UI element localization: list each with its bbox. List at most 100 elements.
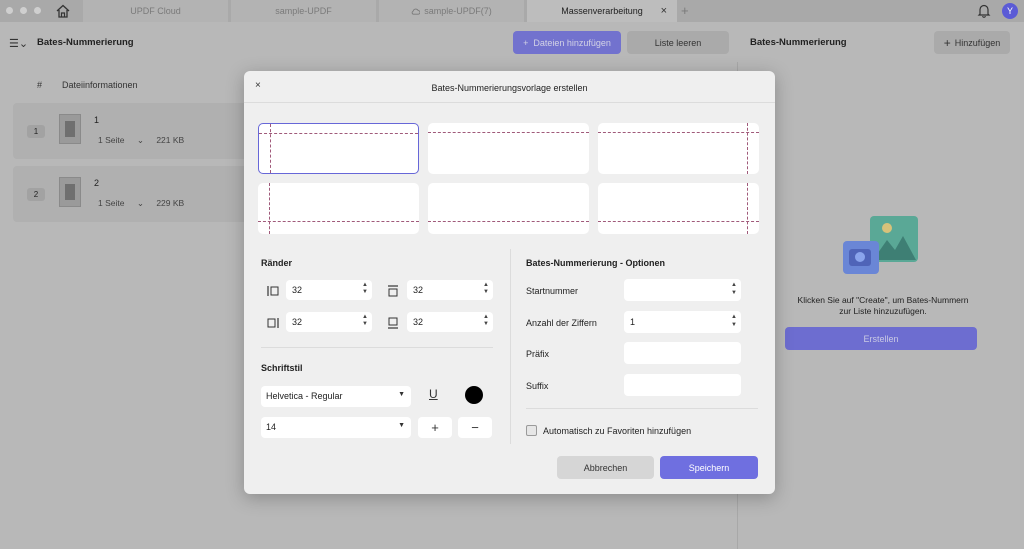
divider [261,347,493,348]
add-to-favorites-label: Automatisch zu Favoriten hinzufügen [543,426,692,436]
digit-count-input[interactable]: 1 ▲ ▼ [624,311,741,333]
home-icon[interactable] [55,3,71,19]
add-label: Hinzufügen [954,37,1001,48]
new-tab-button[interactable]: + [681,3,689,18]
page-range-select[interactable]: 1 Seite ⌄ [98,135,144,145]
start-number-label: Startnummer [526,286,579,296]
decrease-size-button[interactable]: − [458,417,492,438]
position-bottom-right[interactable] [598,183,759,234]
minimize-window-dot[interactable] [20,7,27,14]
margin-bottom-value: 32 [413,317,424,327]
suffix-input[interactable] [624,374,741,396]
text-color-swatch[interactable] [465,386,483,404]
menu-icon[interactable]: ☰⌄ [9,37,28,50]
stepper-arrows-icon[interactable]: ▲ ▼ [483,314,489,328]
tab-updf-cloud[interactable]: UPDF Cloud [83,0,228,22]
font-value: Helvetica - Regular [266,391,343,401]
tab-label: sample-UPDF [275,6,332,16]
font-style-heading: Schriftstil [261,363,303,373]
margin-left-icon [267,286,279,296]
file-row[interactable]: 1 1 1 Seite ⌄ 221 KB [13,103,263,159]
column-header-info: Dateiinformationen [62,80,138,90]
margin-right-input[interactable]: 32 ▲ ▼ [286,312,372,332]
position-top-right[interactable] [598,123,759,174]
add-files-label: Dateien hinzufügen [533,37,611,48]
image-illustration-icon [843,216,918,274]
toolbar: ☰⌄ Bates-Nummerierung + Dateien hinzufüg… [0,22,1024,62]
margin-left-value: 32 [292,285,303,295]
clear-list-button[interactable]: Liste leeren [627,31,729,54]
caret-down-icon: ▼ [398,422,405,429]
tab-sample-updf[interactable]: sample-UPDF [231,0,376,22]
column-header-number: # [37,80,43,90]
stepper-arrows-icon[interactable]: ▲ ▼ [362,282,368,296]
margin-left-input[interactable]: 32 ▲ ▼ [286,280,372,300]
tab-label: UPDF Cloud [130,6,181,16]
prefix-input[interactable] [624,342,741,364]
stepper-arrows-icon[interactable]: ▲ ▼ [731,313,737,329]
font-size-value: 14 [266,422,277,432]
create-button[interactable]: Erstellen [785,327,977,350]
font-select[interactable]: Helvetica - Regular ▼ [261,386,411,407]
underline-icon[interactable]: U [429,387,438,401]
tab-massenverarbeitung[interactable]: Massenverarbeitung × [527,0,677,22]
file-size: 229 KB [156,198,185,208]
right-panel-title: Bates-Nummerierung [750,37,847,48]
file-meta: 1 Seite ⌄ 229 KB [98,198,194,209]
margin-top-value: 32 [413,285,424,295]
file-size: 221 KB [156,135,185,145]
file-name: 2 [94,178,100,188]
margin-bottom-input[interactable]: 32 ▲ ▼ [407,312,493,332]
stepper-arrows-icon[interactable]: ▲ ▼ [362,314,368,328]
increase-size-button[interactable]: + [418,417,452,438]
file-thumbnail [59,177,81,207]
caret-down-icon: ▼ [398,391,405,398]
plus-icon: + [943,35,951,50]
margin-top-input[interactable]: 32 ▲ ▼ [407,280,493,300]
save-button[interactable]: Speichern [660,456,758,479]
plus-icon: + [523,37,529,48]
page-range-select[interactable]: 1 Seite ⌄ [98,198,144,208]
options-heading: Bates-Nummerierung - Optionen [526,258,666,268]
tab-sample-updf-7[interactable]: sample-UPDF(7) [379,0,524,22]
position-bottom-left[interactable] [258,183,419,234]
page-count: 1 Seite [98,135,125,145]
position-bottom-center[interactable] [428,183,589,234]
tab-label: Massenverarbeitung [561,6,643,16]
close-tab-icon[interactable]: × [661,5,667,17]
page-title: Bates-Nummerierung [37,37,134,48]
cancel-button[interactable]: Abbrechen [557,456,654,479]
suffix-label: Suffix [526,381,549,391]
position-top-left[interactable] [258,123,419,174]
start-number-input[interactable]: ▲ ▼ [624,279,741,301]
add-button[interactable]: + Hinzufügen [934,31,1010,54]
column-divider [510,249,511,444]
zoom-window-dot[interactable] [34,7,41,14]
stepper-arrows-icon[interactable]: ▲ ▼ [731,281,737,297]
file-name: 1 [94,115,100,125]
digit-count-value: 1 [630,317,636,327]
add-to-favorites-checkbox[interactable] [526,425,537,436]
hint-line: Klicken Sie auf "Create", um Bates-Numme… [797,295,969,305]
stepper-arrows-icon[interactable]: ▲ ▼ [483,282,489,296]
digit-count-label: Anzahl der Ziffern [526,318,597,328]
position-top-center[interactable] [428,123,589,174]
tab-label: sample-UPDF(7) [424,6,492,16]
row-number: 2 [27,188,45,201]
divider [244,102,775,103]
bates-template-dialog: × Bates-Nummerierungsvorlage erstellen R… [244,71,775,494]
bell-icon[interactable] [977,3,991,18]
avatar[interactable]: Y [1002,3,1018,19]
margin-bottom-icon [388,317,398,329]
font-size-select[interactable]: 14 ▼ [261,417,411,438]
file-row[interactable]: 2 2 1 Seite ⌄ 229 KB [13,166,263,222]
file-thumbnail [59,114,81,144]
close-window-dot[interactable] [6,7,13,14]
prefix-label: Präfix [526,349,550,359]
cloud-icon [411,8,421,15]
hint-line: zur Liste hinzuzufügen. [839,306,927,316]
margin-right-icon [267,318,279,328]
add-files-button[interactable]: + Dateien hinzufügen [513,31,621,54]
page-count: 1 Seite [98,198,125,208]
file-meta: 1 Seite ⌄ 221 KB [98,135,194,146]
